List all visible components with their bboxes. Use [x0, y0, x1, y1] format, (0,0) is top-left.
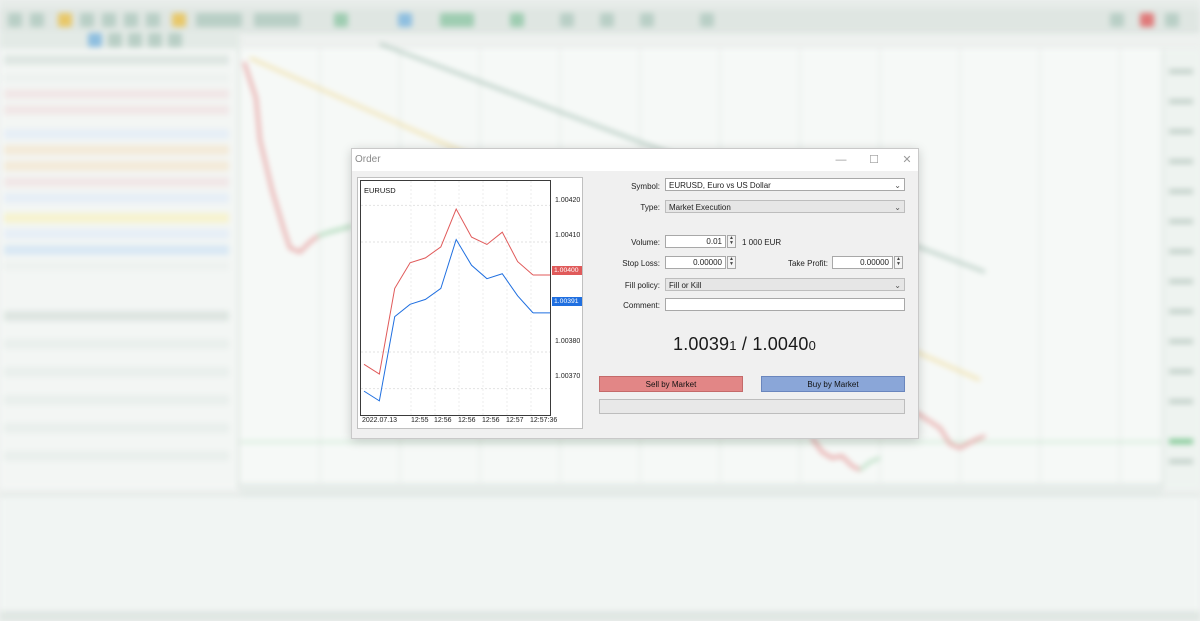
ask-price-line [363, 207, 534, 375]
fill-policy-label: Fill policy: [624, 281, 660, 290]
price-tick-label: 1.00410 [555, 232, 581, 239]
type-label: Type: [640, 203, 660, 212]
quote-separator: / [736, 334, 753, 354]
price-tick-label: 1.00420 [555, 197, 581, 204]
volume-input[interactable]: 0.01 [665, 235, 726, 248]
order-dialog: Order — ☐ ✕ EURUSD 1.00420 1.00410 1.003… [351, 148, 919, 439]
chevron-down-icon: ⌄ [894, 203, 901, 212]
take-profit-stepper[interactable]: ▲ ▼ [894, 256, 903, 269]
dialog-titlebar: Order — ☐ ✕ [352, 149, 918, 171]
ask-price-badge: 1.00400 [552, 266, 582, 275]
volume-label: Volume: [631, 238, 660, 247]
symbol-value: EURUSD, Euro vs US Dollar [669, 181, 771, 190]
comment-label: Comment: [623, 301, 660, 310]
stop-loss-stepper[interactable]: ▲ ▼ [727, 256, 736, 269]
bid-price: 1.0039 [673, 334, 730, 354]
ask-price: 1.0040 [752, 334, 809, 354]
type-value: Market Execution [669, 203, 731, 212]
symbol-select[interactable]: EURUSD, Euro vs US Dollar ⌄ [665, 178, 905, 191]
time-tick-label: 12:57:36 [530, 417, 558, 424]
dialog-title: Order [355, 154, 381, 165]
stop-loss-input[interactable]: 0.00000 [665, 256, 726, 269]
bid-ask-quote: 1.00391 / 1.00400 [673, 334, 816, 355]
main-time-scale [240, 483, 1162, 495]
volume-note: 1 000 EUR [742, 238, 782, 247]
maximize-icon[interactable]: ☐ [865, 152, 883, 168]
type-select[interactable]: Market Execution ⌄ [665, 200, 905, 213]
time-tick-label: 12:57 [506, 417, 524, 424]
price-tick-label: 1.00370 [555, 373, 581, 380]
tick-chart: EURUSD 1.00420 1.00410 1.00380 1.00370 1… [357, 177, 583, 429]
symbol-label: Symbol: [631, 182, 660, 191]
buy-by-market-button[interactable]: Buy by Market [761, 376, 905, 392]
status-bar [0, 611, 1200, 621]
bid-price-pip: 1 [729, 338, 737, 353]
toolbox-panel [0, 495, 1200, 612]
chevron-down-icon: ⌄ [894, 281, 901, 290]
sell-by-market-button[interactable]: Sell by Market [599, 376, 743, 392]
time-tick-label: 12:56 [434, 417, 452, 424]
bid-price-badge: 1.00391 [552, 297, 582, 306]
time-tick-label: 12:55 [411, 417, 429, 424]
chevron-down-icon: ⌄ [894, 181, 901, 190]
volume-stepper[interactable]: ▲ ▼ [727, 235, 736, 248]
close-icon[interactable]: ✕ [898, 152, 916, 168]
ask-price-pip: 0 [808, 338, 817, 353]
tick-chart-plot: EURUSD [360, 180, 551, 416]
time-tick-label: 2022.07.13 [362, 417, 398, 424]
fill-policy-value: Fill or Kill [669, 281, 702, 290]
execution-progress-bar [599, 399, 905, 414]
fill-policy-select[interactable]: Fill or Kill ⌄ [665, 278, 905, 291]
take-profit-label: Take Profit: [787, 259, 828, 268]
comment-input[interactable] [665, 298, 905, 311]
stop-loss-label: Stop Loss: [622, 259, 660, 268]
time-tick-label: 12:56 [458, 417, 476, 424]
time-tick-label: 12:56 [482, 417, 500, 424]
price-tick-label: 1.00380 [555, 338, 581, 345]
take-profit-input[interactable]: 0.00000 [832, 256, 893, 269]
minimize-icon[interactable]: — [832, 152, 850, 168]
tick-chart-svg [361, 181, 550, 415]
